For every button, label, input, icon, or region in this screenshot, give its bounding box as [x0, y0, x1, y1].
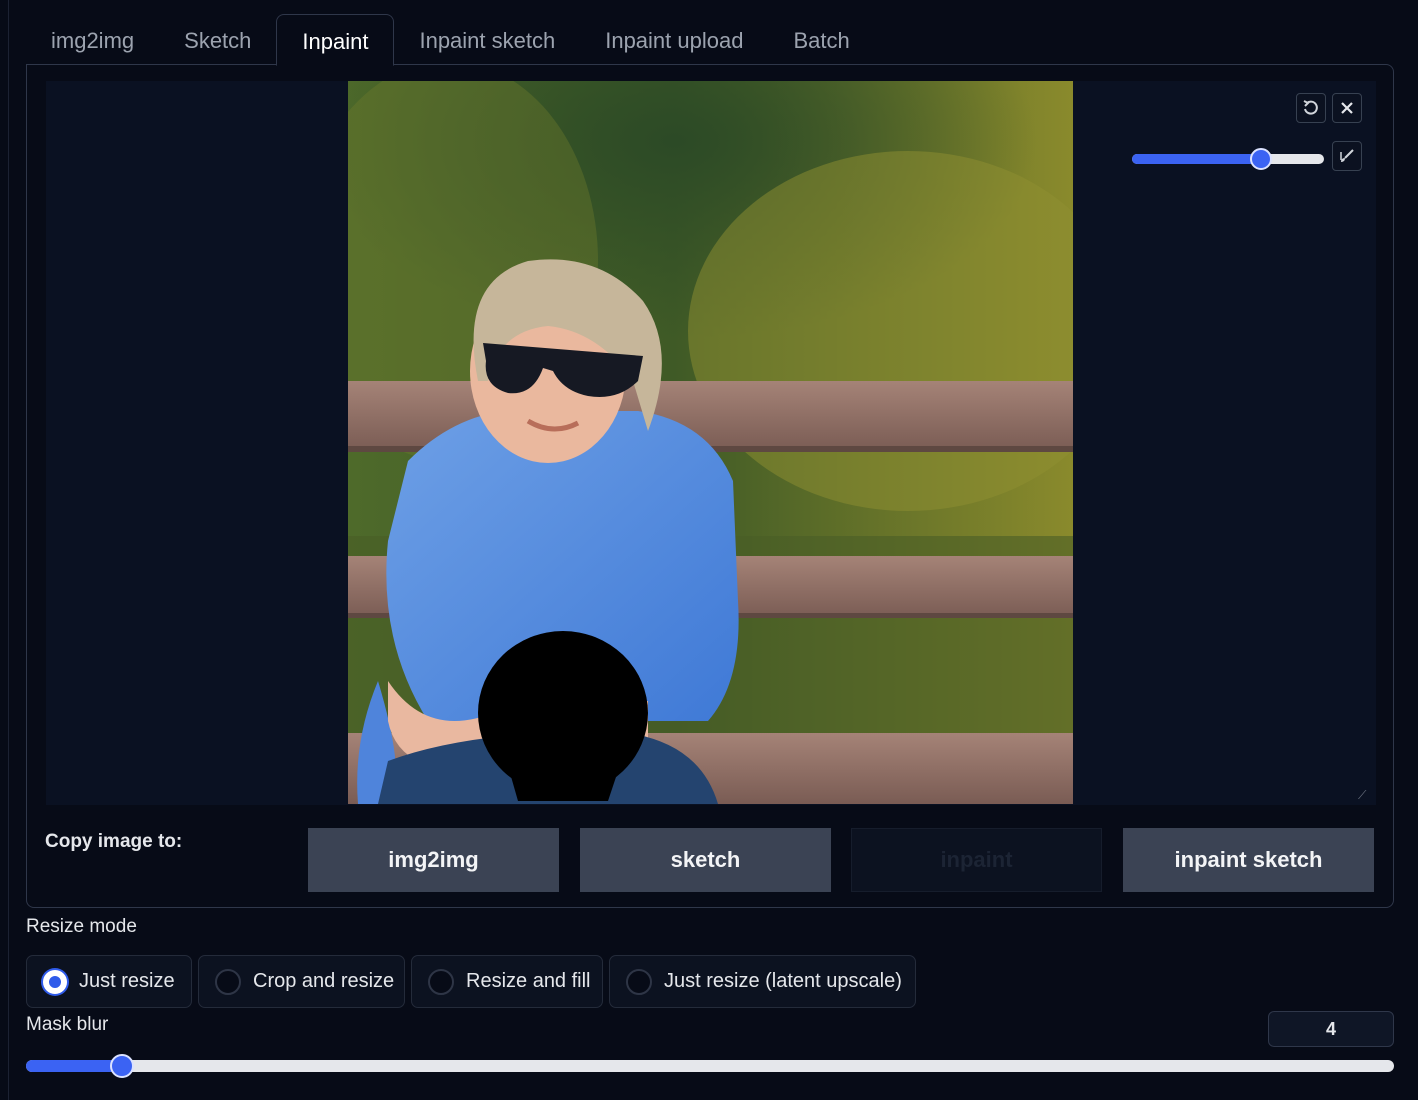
mask-blur-fill: [26, 1060, 122, 1072]
radio-unselected-icon: [428, 968, 454, 995]
tab-inpaint-upload[interactable]: Inpaint upload: [580, 14, 768, 66]
copy-to-img2img-button[interactable]: img2img: [308, 828, 559, 892]
copy-to-inpaint-sketch-button[interactable]: inpaint sketch: [1123, 828, 1374, 892]
close-icon: [1341, 102, 1353, 114]
tab-sketch[interactable]: Sketch: [159, 14, 276, 66]
brush-icon: [1340, 149, 1354, 162]
radio-selected-icon: [43, 969, 67, 994]
copy-image-label: Copy image to:: [45, 831, 183, 852]
tab-inpaint[interactable]: Inpaint: [276, 14, 395, 66]
source-image[interactable]: [348, 81, 1073, 804]
brush-size-fill: [1132, 154, 1261, 164]
brush-button[interactable]: [1332, 141, 1362, 171]
photo-illustration: [348, 81, 1073, 804]
inpaint-panel: ⟋ Copy image to: img2img sketch inpaint …: [26, 64, 1394, 908]
tab-img2img[interactable]: img2img: [26, 14, 159, 66]
resize-mode-latent-upscale[interactable]: Just resize (latent upscale): [609, 955, 916, 1008]
mode-tabs: img2img Sketch Inpaint Inpaint sketch In…: [26, 14, 875, 66]
resize-mode-label: Resize mode: [26, 916, 137, 937]
clear-button[interactable]: [1332, 93, 1362, 123]
mask-blur-label: Mask blur: [26, 1014, 109, 1035]
mask-blur-number-input[interactable]: 4: [1268, 1011, 1394, 1047]
inpaint-canvas[interactable]: ⟋: [46, 81, 1376, 805]
mask-blur-slider[interactable]: [26, 1054, 1394, 1078]
resize-mode-resize-and-fill[interactable]: Resize and fill: [411, 955, 603, 1008]
panel-edge: [8, 0, 9, 1100]
mask-blur-track: [26, 1060, 1394, 1072]
radio-label: Crop and resize: [253, 970, 395, 992]
mask-blur-thumb[interactable]: [109, 1054, 134, 1078]
undo-icon: [1303, 100, 1318, 115]
resize-mode-crop-and-resize[interactable]: Crop and resize: [198, 955, 405, 1008]
copy-to-sketch-button[interactable]: sketch: [580, 828, 831, 892]
tab-batch[interactable]: Batch: [768, 14, 874, 66]
radio-unselected-icon: [626, 968, 652, 995]
resize-handle-icon[interactable]: ⟋: [1358, 789, 1370, 801]
resize-mode-radio-group: Just resize Crop and resize Resize and f…: [26, 955, 916, 1008]
radio-unselected-icon: [215, 968, 241, 995]
tab-inpaint-sketch[interactable]: Inpaint sketch: [394, 14, 580, 66]
radio-label: Just resize: [79, 970, 175, 992]
brush-size-slider[interactable]: [1132, 148, 1324, 170]
radio-label: Just resize (latent upscale): [664, 970, 902, 992]
copy-to-inpaint-button: inpaint: [851, 828, 1102, 892]
undo-button[interactable]: [1296, 93, 1326, 123]
brush-size-thumb[interactable]: [1249, 148, 1272, 170]
radio-label: Resize and fill: [466, 970, 591, 992]
resize-mode-just-resize[interactable]: Just resize: [26, 955, 192, 1008]
